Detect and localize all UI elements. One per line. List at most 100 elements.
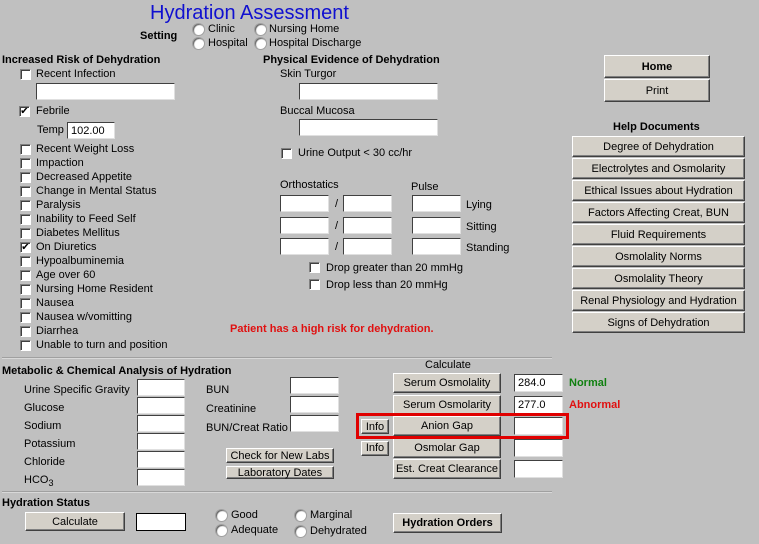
checkbox-drop-less[interactable]: [309, 279, 320, 290]
radio-clinic-label: Clinic: [208, 23, 235, 35]
calc-result-input[interactable]: [514, 460, 563, 478]
risk-checkbox[interactable]: [20, 144, 31, 155]
risk-checkbox[interactable]: [20, 284, 31, 295]
risk-checkbox[interactable]: [20, 158, 31, 169]
recent-infection-input[interactable]: [36, 83, 175, 100]
laboratory-dates-button[interactable]: Laboratory Dates: [226, 466, 334, 479]
lab-input[interactable]: [137, 451, 185, 468]
slash-separator: /: [335, 220, 339, 232]
risk-checkbox[interactable]: [20, 326, 31, 337]
calculate-button[interactable]: Serum Osmolality: [393, 373, 501, 393]
risk-checkbox[interactable]: [20, 228, 31, 239]
risk-checkbox[interactable]: [20, 256, 31, 267]
radio-hospital-label: Hospital: [208, 37, 248, 49]
help-document-button[interactable]: Electrolytes and Osmolarity: [572, 158, 745, 179]
radio-adequate[interactable]: [216, 525, 227, 536]
risk-checkbox[interactable]: ✔: [20, 242, 31, 253]
radio-clinic[interactable]: [193, 24, 204, 35]
help-document-button[interactable]: Degree of Dehydration: [572, 136, 745, 157]
lab-label-text: HCO: [24, 474, 49, 486]
risk-item-label: Hypoalbuminemia: [36, 255, 125, 267]
lab-label: Sodium: [24, 420, 61, 432]
help-document-button[interactable]: Fluid Requirements: [572, 224, 745, 245]
drop-less-label: Drop less than 20 mmHg: [326, 279, 448, 291]
systolic-input[interactable]: [280, 195, 329, 212]
check-new-labs-button[interactable]: Check for New Labs: [226, 448, 334, 463]
radio-hospital[interactable]: [193, 38, 204, 49]
risk-checkbox[interactable]: [20, 312, 31, 323]
checkbox-drop-greater[interactable]: [309, 262, 320, 273]
help-document-button[interactable]: Osmolality Theory: [572, 268, 745, 289]
risk-item-label: On Diuretics: [36, 241, 97, 253]
radio-good[interactable]: [216, 510, 227, 521]
info-button[interactable]: Info: [361, 440, 389, 456]
checkbox-febrile[interactable]: ✔: [19, 106, 30, 117]
risk-checkbox[interactable]: [20, 172, 31, 183]
diastolic-input[interactable]: [343, 195, 392, 212]
lab-label: HCO3: [24, 474, 53, 488]
temp-input[interactable]: 102.00: [67, 122, 115, 139]
lab-input[interactable]: [137, 397, 185, 414]
lab-input[interactable]: [137, 379, 185, 396]
pulse-input[interactable]: [412, 195, 461, 212]
risk-checkbox[interactable]: [20, 186, 31, 197]
status-value[interactable]: [136, 513, 186, 531]
pulse-label: Pulse: [411, 181, 439, 193]
lab-label: Chloride: [24, 456, 65, 468]
risk-item-label: Nursing Home Resident: [36, 283, 153, 295]
calc-result-input[interactable]: 284.0: [514, 374, 563, 392]
lab-input[interactable]: [290, 377, 339, 394]
radio-hospital-discharge[interactable]: [255, 38, 266, 49]
risk-checkbox[interactable]: [20, 340, 31, 351]
print-button[interactable]: Print: [604, 79, 710, 102]
risk-item-label: Nausea: [36, 297, 74, 309]
checkbox-urine-output[interactable]: [281, 148, 292, 159]
diastolic-input[interactable]: [343, 217, 392, 234]
calc-result-input[interactable]: [514, 438, 563, 457]
help-document-button[interactable]: Renal Physiology and Hydration: [572, 290, 745, 311]
help-document-button[interactable]: Ethical Issues about Hydration: [572, 180, 745, 201]
febrile-label: Febrile: [36, 105, 70, 117]
radio-nursing-home[interactable]: [255, 24, 266, 35]
risk-checkbox[interactable]: [20, 200, 31, 211]
lab-input[interactable]: [290, 396, 339, 413]
radio-dehydrated[interactable]: [295, 526, 306, 537]
risk-checkbox[interactable]: [20, 270, 31, 281]
help-document-button[interactable]: Signs of Dehydration: [572, 312, 745, 333]
slash-separator: /: [335, 198, 339, 210]
pulse-input[interactable]: [412, 217, 461, 234]
calculate-button[interactable]: Serum Osmolarity: [393, 394, 501, 415]
risk-item-label: Inability to Feed Self: [36, 213, 136, 225]
subscript: 3: [48, 478, 54, 489]
radio-marginal[interactable]: [295, 510, 306, 521]
orthostatics-label: Orthostatics: [280, 179, 339, 191]
checkbox-recent-infection[interactable]: [20, 69, 31, 80]
lab-input[interactable]: [137, 469, 185, 486]
risk-item-label: Change in Mental Status: [36, 185, 157, 197]
diastolic-input[interactable]: [343, 238, 392, 255]
risk-message: Patient has a high risk for dehydration.: [230, 323, 434, 335]
buccal-mucosa-input[interactable]: [299, 119, 438, 136]
lab-input[interactable]: [137, 415, 185, 432]
pulse-input[interactable]: [412, 238, 461, 255]
help-document-button[interactable]: Factors Affecting Creat, BUN: [572, 202, 745, 223]
radio-dehydrated-label: Dehydrated: [310, 525, 367, 537]
systolic-input[interactable]: [280, 238, 329, 255]
calculate-button[interactable]: Est. Creat Clearance: [393, 459, 501, 479]
lab-input[interactable]: [137, 433, 185, 450]
lab-label: Urine Specific Gravity: [24, 384, 130, 396]
skin-turgor-input[interactable]: [299, 83, 438, 100]
lab-input[interactable]: [290, 415, 339, 432]
home-button[interactable]: Home: [604, 55, 710, 78]
radio-hospital-discharge-label: Hospital Discharge: [269, 37, 362, 49]
calculate-status-button[interactable]: Calculate: [25, 512, 125, 531]
systolic-input[interactable]: [280, 217, 329, 234]
calc-result-input[interactable]: 277.0: [514, 395, 563, 414]
hydration-orders-button[interactable]: Hydration Orders: [393, 513, 502, 533]
risk-checkbox[interactable]: [20, 298, 31, 309]
risk-checkbox[interactable]: [20, 214, 31, 225]
help-document-button[interactable]: Osmolality Norms: [572, 246, 745, 267]
lab-label: Creatinine: [206, 403, 257, 415]
calculate-button[interactable]: Osmolar Gap: [393, 437, 501, 458]
skin-turgor-label: Skin Turgor: [280, 68, 337, 80]
